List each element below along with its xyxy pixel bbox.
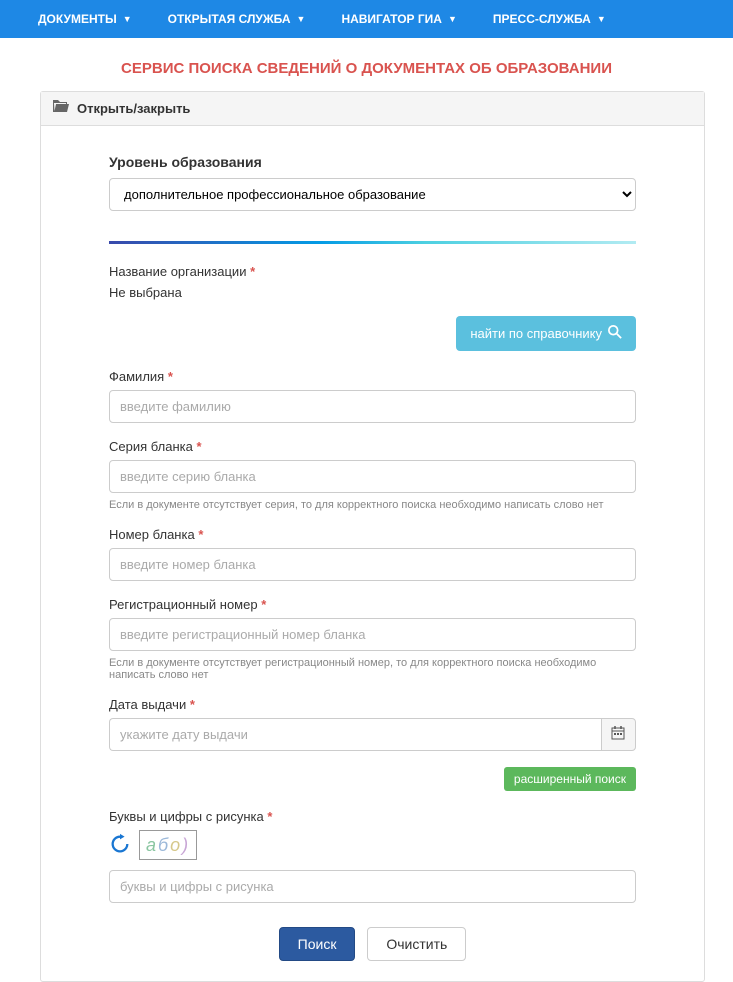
required-mark: *	[261, 597, 266, 612]
search-form: Уровень образования дополнительное профе…	[41, 126, 704, 981]
calendar-button[interactable]	[601, 718, 636, 751]
education-level-label: Уровень образования	[109, 154, 636, 170]
education-level-group: Уровень образования дополнительное профе…	[109, 154, 636, 211]
issue-date-label: Дата выдачи *	[109, 697, 636, 712]
education-level-select[interactable]: дополнительное профессиональное образова…	[109, 178, 636, 211]
chevron-down-icon: ▼	[597, 14, 606, 24]
required-mark: *	[190, 697, 195, 712]
reg-number-hint: Если в документе отсутствует регистрацио…	[109, 657, 636, 681]
form-actions: Поиск Очистить	[109, 927, 636, 961]
folder-open-icon	[53, 100, 69, 117]
issue-date-group: Дата выдачи *	[109, 697, 636, 751]
nav-navigator-gia[interactable]: НАВИГАТОР ГИА ▼	[323, 0, 474, 38]
chevron-down-icon: ▼	[297, 14, 306, 24]
blank-number-group: Номер бланка *	[109, 527, 636, 581]
search-button[interactable]: Поиск	[279, 927, 356, 961]
nav-label: ДОКУМЕНТЫ	[38, 12, 117, 26]
required-mark: *	[267, 809, 272, 824]
reg-number-input[interactable]	[109, 618, 636, 651]
surname-group: Фамилия *	[109, 369, 636, 423]
surname-label: Фамилия *	[109, 369, 636, 384]
nav-label: ПРЕСС-СЛУЖБА	[493, 12, 591, 26]
nav-press-service[interactable]: ПРЕСС-СЛУЖБА ▼	[475, 0, 624, 38]
reg-number-group: Регистрационный номер * Если в документе…	[109, 597, 636, 681]
nav-label: НАВИГАТОР ГИА	[341, 12, 442, 26]
search-icon	[608, 325, 622, 342]
blank-number-input[interactable]	[109, 548, 636, 581]
captcha-group: Буквы и цифры с рисунка * або)	[109, 809, 636, 903]
divider	[109, 241, 636, 244]
organization-group: Название организации * Не выбрана	[109, 264, 636, 300]
blank-series-label: Серия бланка *	[109, 439, 636, 454]
blank-series-hint: Если в документе отсутствует серия, то д…	[109, 499, 636, 511]
lookup-button-label: найти по справочнику	[470, 326, 602, 341]
reg-number-label: Регистрационный номер *	[109, 597, 636, 612]
issue-date-input[interactable]	[109, 718, 601, 751]
captcha-input[interactable]	[109, 870, 636, 903]
panel-header[interactable]: Открыть/закрыть	[41, 92, 704, 126]
page-title: СЕРВИС ПОИСКА СВЕДЕНИЙ О ДОКУМЕНТАХ ОБ О…	[0, 38, 733, 91]
clear-button[interactable]: Очистить	[367, 927, 466, 961]
captcha-label: Буквы и цифры с рисунка *	[109, 809, 636, 824]
search-panel: Открыть/закрыть Уровень образования допо…	[40, 91, 705, 982]
advanced-search-button[interactable]: расширенный поиск	[504, 767, 636, 791]
surname-input[interactable]	[109, 390, 636, 423]
nav-documents[interactable]: ДОКУМЕНТЫ ▼	[20, 0, 150, 38]
blank-series-input[interactable]	[109, 460, 636, 493]
blank-series-group: Серия бланка * Если в документе отсутств…	[109, 439, 636, 511]
captcha-image: або)	[139, 830, 197, 860]
main-nav: ДОКУМЕНТЫ ▼ ОТКРЫТАЯ СЛУЖБА ▼ НАВИГАТОР …	[0, 0, 733, 38]
nav-label: ОТКРЫТАЯ СЛУЖБА	[168, 12, 291, 26]
panel-header-label: Открыть/закрыть	[77, 101, 190, 116]
blank-number-label: Номер бланка *	[109, 527, 636, 542]
chevron-down-icon: ▼	[123, 14, 132, 24]
nav-open-service[interactable]: ОТКРЫТАЯ СЛУЖБА ▼	[150, 0, 324, 38]
calendar-icon	[611, 726, 625, 743]
chevron-down-icon: ▼	[448, 14, 457, 24]
required-mark: *	[250, 264, 255, 279]
refresh-captcha-button[interactable]	[109, 833, 131, 858]
required-mark: *	[196, 439, 201, 454]
organization-value: Не выбрана	[109, 285, 636, 300]
required-mark: *	[198, 527, 203, 542]
organization-label: Название организации *	[109, 264, 636, 279]
lookup-organization-button[interactable]: найти по справочнику	[456, 316, 636, 351]
required-mark: *	[168, 369, 173, 384]
